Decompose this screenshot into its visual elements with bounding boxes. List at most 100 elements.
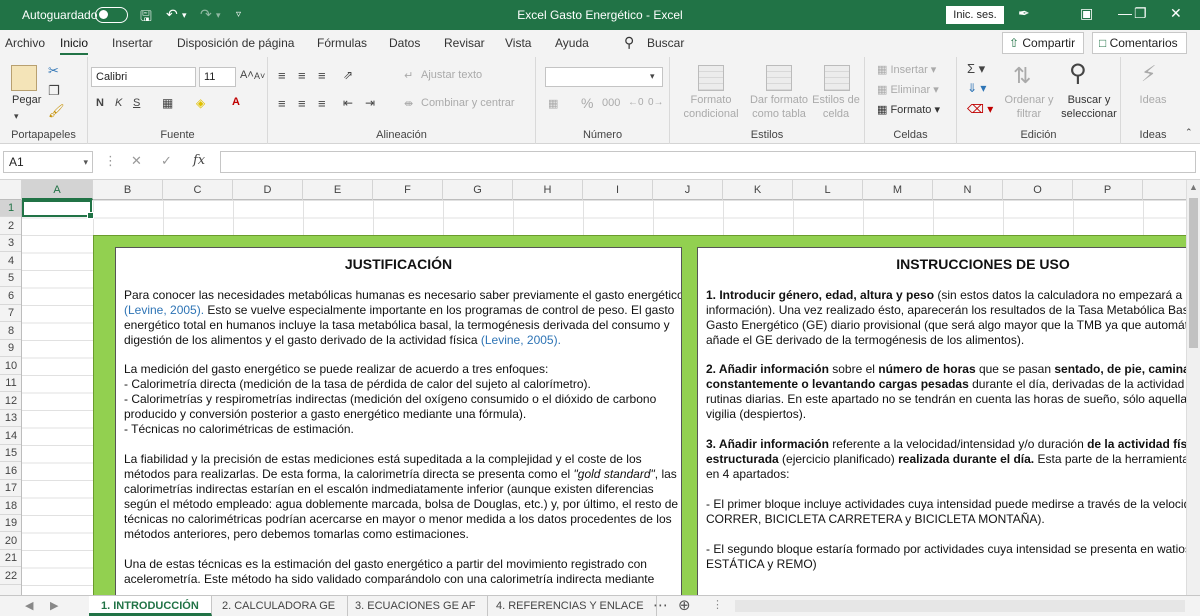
collapse-ribbon-icon[interactable]: ⌃ [1185,127,1193,138]
paste-icon[interactable] [11,65,37,91]
column-header-j[interactable]: J [653,180,723,200]
column-header-n[interactable]: N [933,180,1003,200]
comments-button[interactable]: □ Comentarios [1092,32,1187,54]
align-left-icon[interactable]: ≡ [278,96,286,111]
tab-revisar[interactable]: Revisar [444,36,485,50]
row-header[interactable]: 18 [0,498,21,515]
scroll-up-icon[interactable]: ▲ [1189,182,1198,192]
row-header[interactable]: 16 [0,463,21,480]
cell-styles-icon[interactable] [824,65,850,91]
column-header-p[interactable]: P [1073,180,1143,200]
accounting-format-icon[interactable]: ▦ [548,97,558,110]
column-header-l[interactable]: L [793,180,863,200]
format-cells-button[interactable]: ▦ Formato ▾ [877,103,940,116]
row-header[interactable]: 2 [0,218,21,235]
cut-icon[interactable]: ✂ [48,63,59,79]
more-sheets-icon[interactable]: ⋯ [653,596,668,614]
row-header[interactable]: 14 [0,428,21,445]
cell-styles-button[interactable]: Estilos de celda [810,93,862,121]
close-icon[interactable]: ✕ [1170,5,1182,22]
horizontal-scrollbar[interactable] [735,600,1185,612]
tab-disposicion[interactable]: Disposición de página [177,36,294,50]
column-header-m[interactable]: M [863,180,933,200]
paste-dropdown-icon[interactable]: ▾ [14,111,19,122]
row-header[interactable]: 4 [0,253,21,270]
increase-indent-icon[interactable]: ⇥ [365,96,375,110]
formula-input[interactable] [220,151,1196,173]
column-header-c[interactable]: C [163,180,233,200]
formula-bar-grip-icon[interactable]: ⋮ [104,153,117,169]
row-header[interactable]: 15 [0,445,21,462]
tab-archivo[interactable]: Archivo [5,36,45,50]
row-header[interactable]: 11 [0,375,21,392]
fill-color-icon[interactable]: ◈ [196,96,205,110]
vertical-scrollbar[interactable]: ▲ [1186,180,1200,595]
active-cell-a1[interactable] [22,200,94,219]
ideas-button[interactable]: Ideas [1127,93,1179,107]
row-header[interactable]: 20 [0,533,21,550]
tab-splitter-icon[interactable]: ⋮ [712,598,723,611]
row-header[interactable]: 12 [0,393,21,410]
row-header[interactable]: 6 [0,288,21,305]
ideas-icon[interactable]: ⚡ [1141,61,1156,87]
column-header-o[interactable]: O [1003,180,1073,200]
row-header[interactable]: 19 [0,515,21,532]
row-header[interactable]: 1 [0,200,21,217]
worksheet-grid[interactable]: JUSTIFICACIÓN Para conocer las necesidad… [22,200,1186,595]
increase-decimal-icon[interactable]: ←0 [628,97,644,108]
row-header[interactable]: 5 [0,270,21,287]
format-painter-icon[interactable]: 🖌 [48,103,65,119]
format-table-button[interactable]: Dar formato como tabla [746,93,812,121]
column-header-h[interactable]: H [513,180,583,200]
merge-center-label[interactable]: Combinar y centrar [421,97,515,109]
wrap-text-icon[interactable]: ↵ [404,69,413,82]
number-format-dropdown-icon[interactable]: ▾ [650,71,655,82]
font-color-icon[interactable]: A [232,96,240,108]
italic-icon[interactable]: K [115,97,122,109]
autosum-icon[interactable]: Σ ▾ [967,61,985,77]
tab-inicio[interactable]: Inicio [60,36,89,55]
bold-icon[interactable]: N [96,97,104,109]
wrap-text-label[interactable]: Ajustar texto [421,69,482,81]
row-header[interactable]: 22 [0,568,21,585]
copy-icon[interactable]: ❐ [48,83,60,99]
align-middle-icon[interactable]: ≡ [298,68,306,83]
insert-cells-button[interactable]: ▦ Insertar ▾ [877,63,936,76]
row-header[interactable]: 17 [0,480,21,497]
row-header[interactable]: 10 [0,358,21,375]
conditional-format-icon[interactable] [698,65,724,91]
align-top-icon[interactable]: ≡ [278,68,286,83]
borders-icon[interactable]: ▦ [162,96,173,110]
column-header-a[interactable]: A [22,180,93,200]
align-center-icon[interactable]: ≡ [298,96,306,111]
underline-icon[interactable]: S [133,97,140,109]
number-format-select[interactable] [545,67,663,87]
tab-datos[interactable]: Datos [389,36,420,50]
tab-insertar[interactable]: Insertar [112,36,153,50]
font-size-select[interactable]: 11 [199,67,236,87]
column-header-i[interactable]: I [583,180,653,200]
percent-icon[interactable]: % [581,95,593,111]
pen-icon[interactable]: ✒ [1018,5,1030,22]
ribbon-display-icon[interactable]: ▣ [1080,5,1093,22]
sheet-tab-introduccion[interactable]: 1. INTRODUCCIÓN [89,596,212,616]
align-right-icon[interactable]: ≡ [318,96,326,111]
conditional-format-button[interactable]: Formato condicional [674,93,748,121]
fill-icon[interactable]: ⇓ ▾ [967,81,986,95]
find-select-button[interactable]: Buscar y seleccionar [1057,93,1121,121]
tab-vista[interactable]: Vista [505,36,531,50]
shrink-font-icon[interactable]: A˅ [254,71,265,81]
grow-font-icon[interactable]: A˄ [240,69,254,81]
citation-link[interactable]: (Levine, 2005). [481,333,561,347]
minimize-icon[interactable]: — [1118,5,1132,21]
sign-in-button[interactable]: Inic. ses. [946,6,1004,24]
row-header[interactable]: 21 [0,550,21,567]
tab-ayuda[interactable]: Ayuda [555,36,589,50]
sheet-tab-referencias[interactable]: 4. REFERENCIAS Y ENLACE [484,596,657,616]
select-all-corner[interactable] [0,180,22,200]
row-header[interactable]: 9 [0,340,21,357]
share-button[interactable]: ⇧ Compartir [1002,32,1085,54]
vertical-scroll-thumb[interactable] [1189,198,1198,348]
sort-filter-icon[interactable]: ⇅ [1013,63,1031,89]
search-icon[interactable]: ⚲ [624,34,634,51]
